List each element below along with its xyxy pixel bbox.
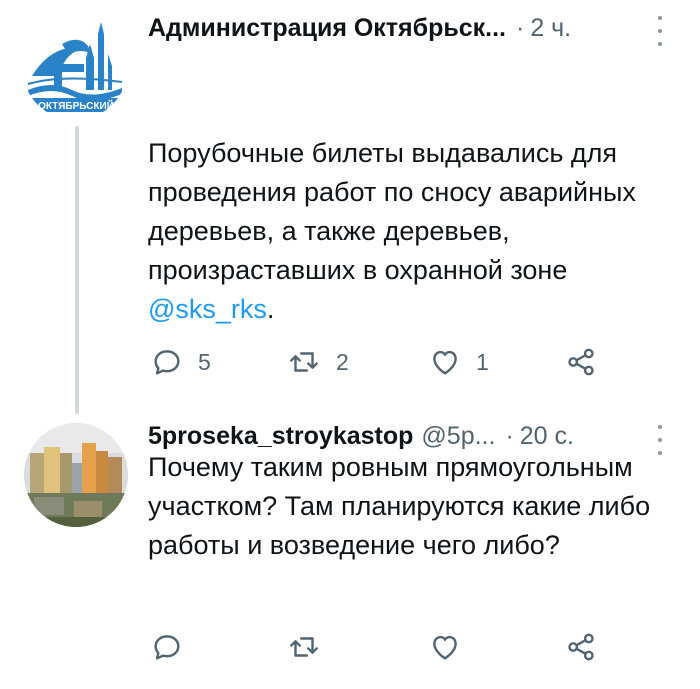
- avatar-city-logo[interactable]: ОКТЯБРЬСКИЙ: [22, 14, 128, 120]
- tweet-1[interactable]: ОКТЯБРЬСКИЙ Администрация Октябрьск... ·…: [0, 0, 700, 414]
- like-button[interactable]: 1: [428, 345, 489, 379]
- separator-dot: ·: [515, 14, 525, 42]
- reply-count: 5: [198, 348, 211, 375]
- share-button[interactable]: [564, 345, 598, 379]
- reply-icon: [154, 350, 180, 375]
- buildings-photo-icon: [24, 423, 128, 527]
- tweet-text: Почему таким ровным прямоугольным участк…: [148, 452, 651, 560]
- tweet-actions-2: [150, 630, 610, 664]
- share-button[interactable]: [564, 630, 598, 664]
- like-button[interactable]: [428, 630, 462, 664]
- reply-button[interactable]: 5: [150, 345, 211, 379]
- tweet-text-body: Порубочные билеты выдавались для проведе…: [148, 138, 636, 285]
- reply-icon: [154, 635, 180, 660]
- logo-caption: ОКТЯБРЬСКИЙ: [38, 99, 114, 112]
- display-name[interactable]: Администрация Октябрьск...: [148, 14, 506, 43]
- mention-link[interactable]: @sks_rks: [148, 294, 267, 324]
- timestamp[interactable]: 2 ч.: [530, 14, 571, 43]
- timestamp[interactable]: 20 с.: [520, 422, 574, 451]
- retweet-icon: [290, 637, 318, 657]
- user-handle[interactable]: @5р...: [421, 422, 495, 451]
- share-icon: [568, 348, 594, 376]
- heart-icon: [433, 350, 457, 375]
- retweet-count: 2: [336, 348, 349, 375]
- like-count: 1: [476, 348, 489, 375]
- retweet-button[interactable]: [286, 630, 322, 664]
- reply-button[interactable]: [150, 630, 184, 664]
- city-logo-icon: ОКТЯБРЬСКИЙ: [27, 22, 123, 112]
- more-options-icon[interactable]: [654, 16, 666, 46]
- avatar-buildings-photo[interactable]: [24, 423, 128, 527]
- tweet-actions: 5 2 1: [150, 345, 610, 379]
- share-icon: [568, 633, 594, 661]
- tweet-header-2: 5proseka_stroykastop @5р... · 20 с.: [148, 422, 574, 451]
- heart-icon: [433, 635, 457, 660]
- thread-connector-line: [75, 126, 79, 414]
- tweet-text: Порубочные билеты выдавались для проведе…: [148, 134, 678, 329]
- retweet-icon: [290, 352, 318, 372]
- tweet-header: Администрация Октябрьск... · 2 ч.: [148, 14, 571, 43]
- retweet-button[interactable]: 2: [286, 345, 349, 379]
- display-name[interactable]: 5proseka_stroykastop: [148, 422, 413, 451]
- separator-dot: ·: [505, 422, 514, 450]
- tweet-text-end: .: [266, 294, 275, 324]
